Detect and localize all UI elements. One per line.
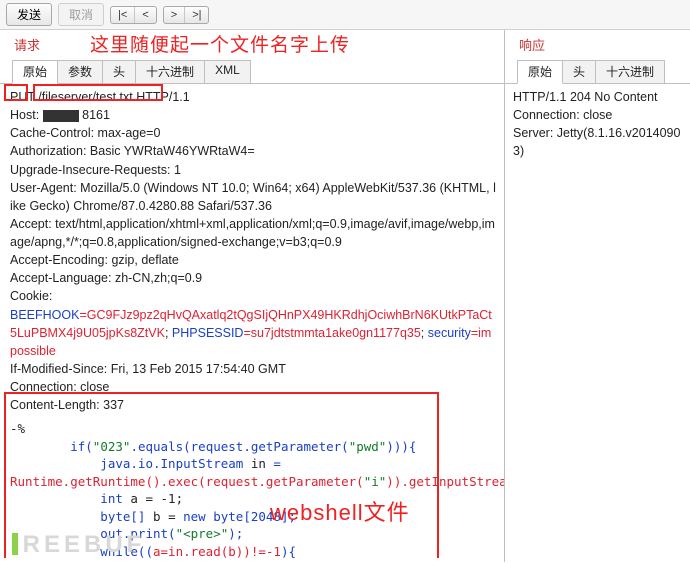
send-button[interactable]: 发送 <box>6 3 52 26</box>
annotation-upload-filename: 这里随便起一个文件名字上传 <box>90 30 350 57</box>
response-line: HTTP/1.1 204 No Content <box>513 88 682 106</box>
response-title: 响应 <box>505 30 690 58</box>
header-cookie-values: BEEFHOOK=GC9FJz9pz2qHvQAxatlq2tQgSIjQHnP… <box>10 306 496 360</box>
tab-raw[interactable]: 原始 <box>12 60 58 84</box>
header-line: Authorization: Basic YWRtaW46YWRtaW4= <box>10 142 496 160</box>
tab-hex[interactable]: 十六进制 <box>595 60 665 84</box>
header-line: Cache-Control: max-age=0 <box>10 124 496 142</box>
response-content[interactable]: HTTP/1.1 204 No Content Connection: clos… <box>505 83 690 562</box>
toolbar: 发送 取消 |< < > >| <box>0 0 690 30</box>
tab-params[interactable]: 参数 <box>57 60 103 84</box>
tab-xml[interactable]: XML <box>204 60 251 84</box>
request-panel: 请求 这里随便起一个文件名字上传 原始 参数 头 十六进制 XML webshe… <box>0 30 505 562</box>
header-line: Upgrade-Insecure-Requests: 1 <box>10 161 496 179</box>
header-line: User-Agent: Mozilla/5.0 (Windows NT 10.0… <box>10 179 496 215</box>
host-masked <box>43 110 79 122</box>
response-tabs: 原始 头 十六进制 <box>505 60 690 84</box>
nav-fwd-group: > >| <box>163 6 210 24</box>
header-line: Accept-Language: zh-CN,zh;q=0.9 <box>10 269 496 287</box>
nav-last-icon[interactable]: >| <box>185 7 208 23</box>
nav-first-icon[interactable]: |< <box>111 7 135 23</box>
request-tabs: 原始 参数 头 十六进制 XML <box>0 60 504 84</box>
tab-headers[interactable]: 头 <box>562 60 596 84</box>
highlight-path <box>33 84 163 101</box>
response-line: Server: Jetty(8.1.16.v20140903) <box>513 124 682 160</box>
tab-raw[interactable]: 原始 <box>517 60 563 84</box>
header-cookie: Cookie: <box>10 287 496 305</box>
nav-next-icon[interactable]: > <box>164 7 185 23</box>
response-line: Connection: close <box>513 106 682 124</box>
nav-back-group: |< < <box>110 6 157 24</box>
request-content[interactable]: webshell文件 PUT /fileserver/test.txt HTTP… <box>0 83 504 558</box>
watermark: REEBUF <box>12 531 145 559</box>
header-line: Accept: text/html,application/xhtml+xml,… <box>10 215 496 251</box>
header-host: Host: 8161 <box>10 106 496 124</box>
tab-hex[interactable]: 十六进制 <box>135 60 205 84</box>
tab-headers[interactable]: 头 <box>102 60 136 84</box>
highlight-method <box>4 84 28 101</box>
cancel-button[interactable]: 取消 <box>58 3 104 26</box>
nav-prev-icon[interactable]: < <box>135 7 155 23</box>
header-line: If-Modified-Since: Fri, 13 Feb 2015 17:5… <box>10 360 496 378</box>
main: 请求 这里随便起一个文件名字上传 原始 参数 头 十六进制 XML webshe… <box>0 30 690 562</box>
response-panel: 响应 原始 头 十六进制 HTTP/1.1 204 No Content Con… <box>505 30 690 562</box>
header-line: Accept-Encoding: gzip, deflate <box>10 251 496 269</box>
annotation-webshell: webshell文件 <box>270 497 410 529</box>
